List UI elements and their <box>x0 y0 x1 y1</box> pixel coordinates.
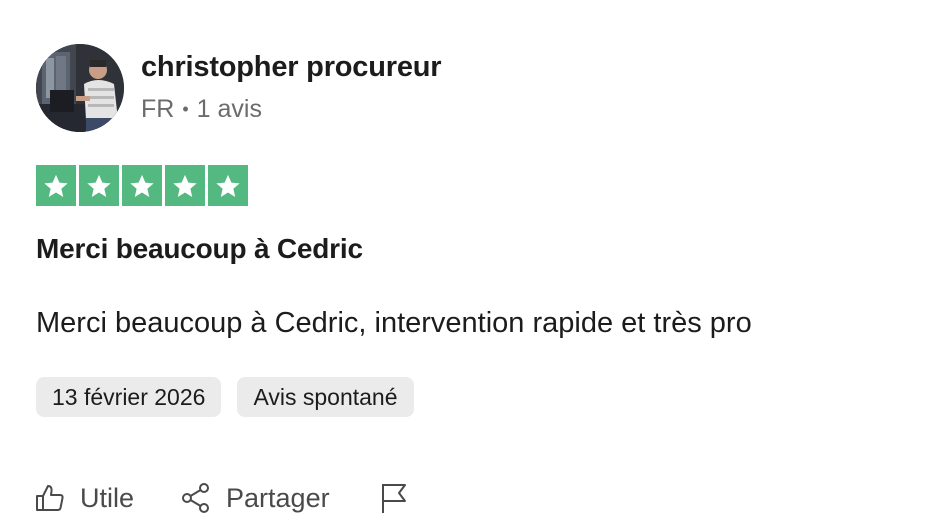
reviewer-subline: FR • 1 avis <box>141 94 441 124</box>
share-button[interactable]: Partager <box>180 478 330 518</box>
reviewer-name[interactable]: christopher procureur <box>141 50 442 84</box>
useful-button[interactable]: Utile <box>34 478 134 518</box>
avatar-photo <box>36 44 124 132</box>
review-text: Merci beaucoup à Cedric, intervention ra… <box>36 307 752 339</box>
star-1 <box>36 165 76 206</box>
source-tag: Avis spontané <box>237 377 414 417</box>
review-tags: 13 février 2026 Avis spontané <box>36 377 414 417</box>
star-rating <box>36 165 248 206</box>
star-4 <box>165 165 205 206</box>
reviewer-header: christopher procureur FR • 1 avis <box>36 44 442 132</box>
star-3 <box>122 165 162 206</box>
review-title: Merci beaucoup à Cedric <box>36 233 363 264</box>
review-card: christopher procureur FR • 1 avis Merci … <box>0 0 928 530</box>
star-icon <box>173 174 197 197</box>
flag-icon <box>381 484 406 513</box>
useful-label: Utile <box>80 483 135 513</box>
report-button[interactable] <box>378 478 410 518</box>
date-tag: 13 février 2026 <box>36 377 222 417</box>
star-icon <box>216 174 240 197</box>
star-2 <box>79 165 119 206</box>
share-icon <box>182 483 210 513</box>
review-actions: Utile Partager <box>34 478 410 518</box>
star-5 <box>208 165 248 206</box>
separator-dot: • <box>182 99 189 119</box>
star-icon <box>130 174 154 197</box>
share-label: Partager <box>226 483 330 513</box>
star-icon <box>87 174 111 197</box>
reviewer-country: FR <box>141 95 175 123</box>
avatar[interactable] <box>36 44 124 132</box>
reviewer-review-count: 1 avis <box>196 95 262 123</box>
reviewer-meta: christopher procureur FR • 1 avis <box>141 50 442 124</box>
star-icon <box>44 174 68 197</box>
thumbs-up-icon <box>36 485 64 511</box>
